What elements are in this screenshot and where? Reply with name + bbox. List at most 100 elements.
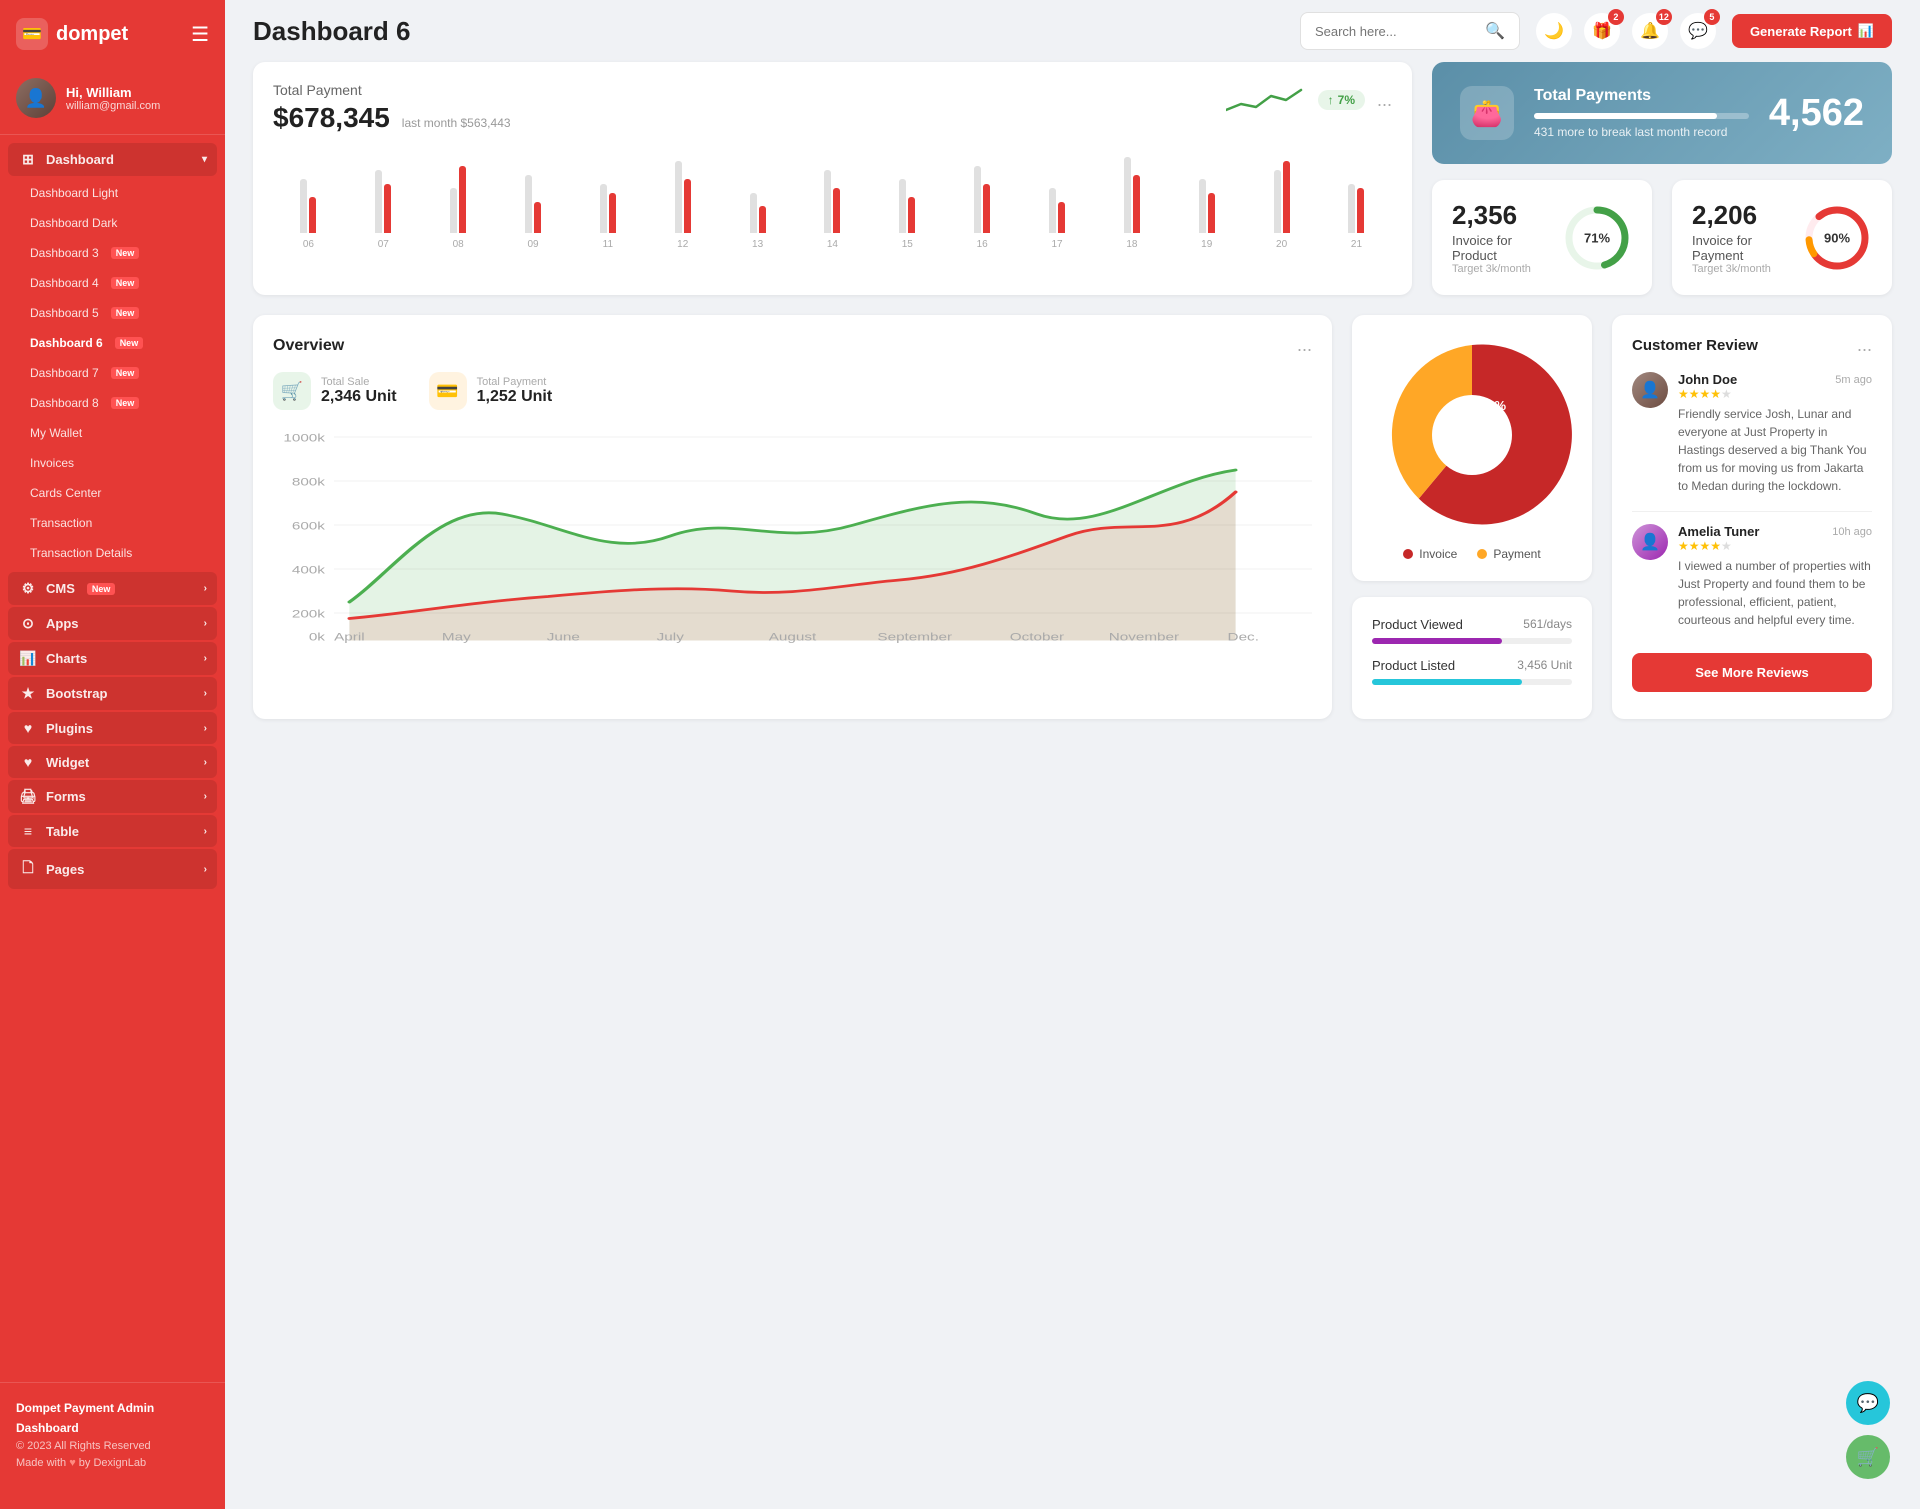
dashboard-arrow: ▾	[202, 154, 207, 165]
chat-button[interactable]: 💬 5	[1680, 13, 1716, 49]
sidebar-item-dashboard-4[interactable]: Dashboard 4 New	[20, 268, 217, 298]
invoices-label: Invoices	[30, 456, 74, 470]
overview-menu-dots[interactable]: ...	[1297, 335, 1312, 356]
invoice-row: 2,356 Invoice for Product Target 3k/mont…	[1432, 180, 1892, 295]
bar-group: 16	[947, 150, 1018, 250]
cms-arrow: ›	[204, 583, 207, 594]
dashboard-8-label: Dashboard 8	[30, 396, 99, 410]
sidebar: 💳 dompet ☰ 👤 Hi, William william@gmail.c…	[0, 0, 225, 1509]
sidebar-item-dashboard-7[interactable]: Dashboard 7 New	[20, 358, 217, 388]
bar-label: 06	[303, 239, 314, 250]
bar-label: 19	[1201, 239, 1212, 250]
product-viewed-bar	[1372, 638, 1572, 644]
product-viewed-stat: Product Viewed 561/days	[1372, 617, 1572, 644]
sidebar-footer: Dompet Payment Admin Dashboard © 2023 Al…	[0, 1382, 225, 1489]
bar-gray	[450, 188, 457, 233]
transaction-details-label: Transaction Details	[30, 546, 132, 560]
dashboard-icon: ⊞	[18, 151, 38, 168]
bar-gray	[675, 161, 682, 233]
product-viewed-row: Product Viewed 561/days	[1372, 617, 1572, 632]
sidebar-item-dashboard-6[interactable]: Dashboard 6 New	[20, 328, 217, 358]
overview-stats: 🛒 Total Sale 2,346 Unit 💳 Total Payment …	[273, 372, 1312, 410]
bar-label: 14	[827, 239, 838, 250]
avatar-img: 👤	[16, 78, 56, 118]
forms-label: Forms	[46, 789, 86, 804]
theme-toggle-button[interactable]: 🌙	[1536, 13, 1572, 49]
chat-badge: 5	[1704, 9, 1720, 25]
sidebar-item-pages[interactable]: 🗋 Pages ›	[8, 849, 217, 889]
bar-label: 12	[677, 239, 688, 250]
sidebar-item-transaction-details[interactable]: Transaction Details	[20, 538, 217, 568]
search-icon[interactable]: 🔍	[1485, 21, 1505, 41]
invoice-payment-card: 2,206 Invoice for Payment Target 3k/mont…	[1672, 180, 1892, 295]
bar-label: 07	[378, 239, 389, 250]
bar-red	[534, 202, 541, 234]
bar-red	[684, 179, 691, 233]
footer-made-with: Made with	[16, 1457, 66, 1469]
invoice-product-number: 2,356	[1452, 200, 1546, 231]
svg-text:October: October	[1010, 631, 1065, 643]
widget-label: Widget	[46, 755, 89, 770]
total-payment-amount: $678,345	[273, 102, 390, 134]
bar-pair	[525, 150, 541, 233]
review-avatar-2: 👤	[1632, 524, 1668, 560]
badge-new-6: New	[115, 337, 144, 349]
banner-progress	[1534, 113, 1749, 119]
card-menu-dots[interactable]: ...	[1377, 90, 1392, 111]
sidebar-item-dashboard-3[interactable]: Dashboard 3 New	[20, 238, 217, 268]
sidebar-item-dashboard-light[interactable]: Dashboard Light	[20, 178, 217, 208]
pie-legend: Invoice Payment	[1372, 547, 1572, 561]
sidebar-nav: ⊞ Dashboard ▾ Dashboard Light Dashboard …	[0, 143, 225, 1374]
product-stats-card: Product Viewed 561/days Product Listed 3…	[1352, 597, 1592, 719]
avatar-img-2: 👤	[1632, 524, 1668, 560]
sidebar-item-cms[interactable]: ⚙ CMS New ›	[8, 572, 217, 605]
review-content-2: Amelia Tuner 10h ago ★★★★★ I viewed a nu…	[1678, 524, 1872, 629]
bar-gray	[300, 179, 307, 233]
avatar-img-1: 👤	[1632, 372, 1668, 408]
sidebar-item-invoices[interactable]: Invoices	[20, 448, 217, 478]
table-icon: ≡	[18, 823, 38, 839]
charts-arrow: ›	[204, 653, 207, 664]
sidebar-item-bootstrap[interactable]: ★ Bootstrap ›	[8, 677, 217, 710]
bar-group: 11	[572, 150, 643, 250]
svg-text:400k: 400k	[292, 563, 325, 575]
trend-svg	[1226, 82, 1306, 118]
badge-new-3: New	[111, 247, 140, 259]
sidebar-item-apps[interactable]: ⊙ Apps ›	[8, 607, 217, 640]
charts-label: Charts	[46, 651, 87, 666]
plugins-label: Plugins	[46, 721, 93, 736]
review-item-1: 👤 John Doe 5m ago ★★★★★ Friendly service…	[1632, 372, 1872, 495]
sidebar-item-dashboard[interactable]: ⊞ Dashboard ▾	[8, 143, 217, 176]
support-fab-button[interactable]: 💬	[1846, 1381, 1890, 1425]
invoice-payment-pct: 90%	[1824, 230, 1850, 245]
sidebar-item-table[interactable]: ≡ Table ›	[8, 815, 217, 847]
sidebar-item-cards-center[interactable]: Cards Center	[20, 478, 217, 508]
bar-red	[384, 184, 391, 234]
generate-report-button[interactable]: Generate Report 📊	[1732, 14, 1892, 48]
bell-button[interactable]: 🔔 12	[1632, 13, 1668, 49]
invoice-legend-label: Invoice	[1419, 547, 1457, 561]
invoice-product-target: Target 3k/month	[1452, 263, 1546, 275]
svg-text:May: May	[442, 631, 471, 643]
search-input[interactable]	[1315, 24, 1477, 39]
see-more-reviews-button[interactable]: See More Reviews	[1632, 653, 1872, 692]
bar-gray	[974, 166, 981, 234]
sidebar-item-dashboard-8[interactable]: Dashboard 8 New	[20, 388, 217, 418]
hamburger-button[interactable]: ☰	[191, 22, 209, 47]
cart-fab-button[interactable]: 🛒	[1846, 1435, 1890, 1479]
sidebar-item-my-wallet[interactable]: My Wallet	[20, 418, 217, 448]
sidebar-item-plugins[interactable]: ♥ Plugins ›	[8, 712, 217, 744]
table-label: Table	[46, 824, 79, 839]
sidebar-item-forms[interactable]: 🖨 Forms ›	[8, 780, 217, 813]
page-title: Dashboard 6	[253, 16, 1284, 47]
sidebar-item-dashboard-dark[interactable]: Dashboard Dark	[20, 208, 217, 238]
sidebar-item-widget[interactable]: ♥ Widget ›	[8, 746, 217, 778]
bar-group: 14	[797, 150, 868, 250]
sidebar-item-charts[interactable]: 📊 Charts ›	[8, 642, 217, 675]
invoice-product-card: 2,356 Invoice for Product Target 3k/mont…	[1432, 180, 1652, 295]
sidebar-item-dashboard-5[interactable]: Dashboard 5 New	[20, 298, 217, 328]
gift-button[interactable]: 🎁 2	[1584, 13, 1620, 49]
sidebar-item-transaction[interactable]: Transaction	[20, 508, 217, 538]
total-payment-stat: 💳 Total Payment 1,252 Unit	[429, 372, 553, 410]
review-menu-dots[interactable]: ...	[1857, 335, 1872, 356]
